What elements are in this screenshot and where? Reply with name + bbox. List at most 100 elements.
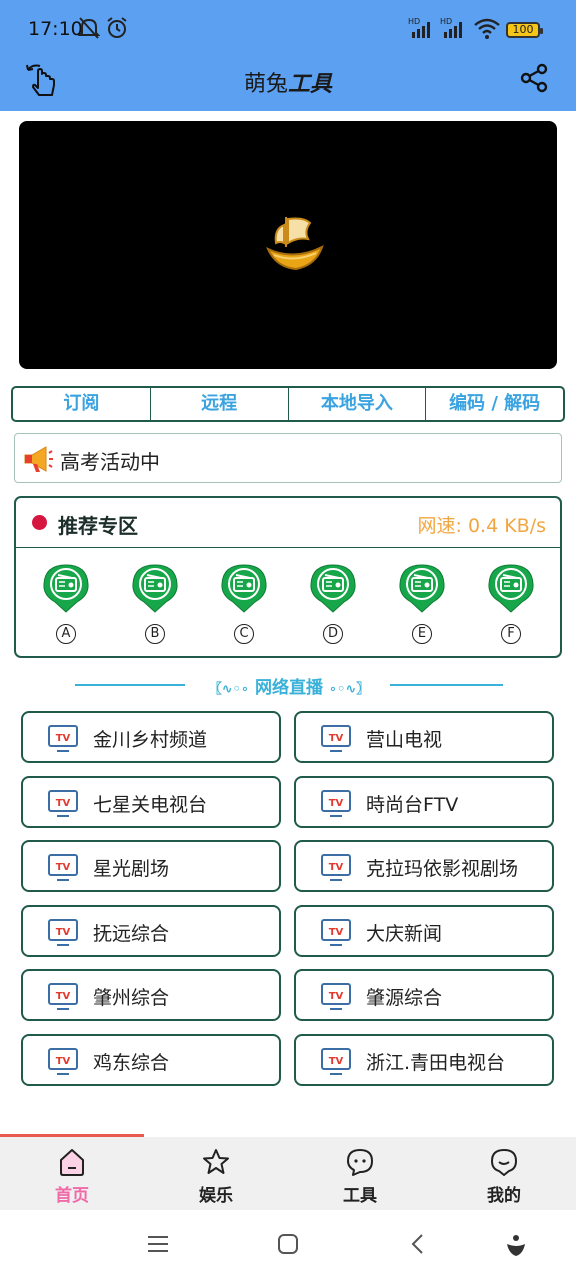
live-section-title: 网络直播 <box>255 678 323 698</box>
radio-pin-icon <box>488 564 534 613</box>
chat-bubble-icon <box>345 1147 375 1181</box>
channel-name: 肇州综合 <box>93 987 170 1009</box>
tv-icon: TV <box>320 918 352 952</box>
tv-icon: TV <box>320 789 352 823</box>
section-title: 〖∿◦∘ 网络直播 ∘◦∿〗 <box>75 673 503 698</box>
tv-icon: TV <box>320 982 352 1016</box>
tv-icon: TV <box>320 1047 352 1081</box>
channel-name: 星光剧场 <box>93 858 170 880</box>
tv-icon: TV <box>47 918 79 952</box>
notice-banner[interactable]: 高考活动中 <box>14 433 562 483</box>
nav-home[interactable]: 首页 <box>0 1137 144 1210</box>
svg-text:HD: HD <box>440 17 452 26</box>
system-nav-bar <box>0 1210 576 1280</box>
app-title-bold: 工具 <box>288 72 333 97</box>
radio-letter: C <box>234 624 254 644</box>
menu-icon[interactable] <box>146 1232 170 1260</box>
radio-pin-icon <box>221 564 267 613</box>
channel-button[interactable]: TV 七星关电视台 <box>21 776 281 828</box>
home-icon <box>57 1147 87 1181</box>
radio-pin-icon <box>132 564 178 613</box>
ornament-icon: ∘◦∿〗 <box>328 682 370 697</box>
radio-pin-icon <box>310 564 356 613</box>
svg-text:TV: TV <box>56 862 71 873</box>
svg-text:TV: TV <box>56 991 71 1002</box>
channel-button[interactable]: TV 大庆新闻 <box>294 905 554 957</box>
ornament-icon: 〖∿◦∘ <box>208 682 250 697</box>
svg-text:TV: TV <box>329 733 344 744</box>
back-icon[interactable] <box>406 1232 430 1260</box>
battery-icon: 100 <box>506 22 543 38</box>
tv-icon: TV <box>47 789 79 823</box>
svg-text:HD: HD <box>408 17 420 26</box>
megaphone-icon <box>22 443 54 479</box>
channel-name: 营山电视 <box>366 729 443 751</box>
channel-button[interactable]: TV 時尚台FTV <box>294 776 554 828</box>
red-dot-icon <box>32 515 47 530</box>
tab-encode-decode[interactable]: 编码 / 解码 <box>426 388 563 420</box>
radio-item-e[interactable]: E <box>397 562 447 644</box>
channel-button[interactable]: TV 浙江.青田电视台 <box>294 1034 554 1086</box>
radio-letter: A <box>56 624 76 644</box>
golden-ship-icon <box>264 209 326 279</box>
app-title-plain: 萌兔 <box>243 72 288 97</box>
radio-item-a[interactable]: A <box>41 562 91 644</box>
bottom-nav: 首页 娱乐 工具 我的 <box>0 1134 576 1210</box>
svg-text:TV: TV <box>56 798 71 809</box>
status-bar: 17:10 HD HD 100 <box>0 0 576 58</box>
app-title: 萌兔工具 <box>0 66 576 98</box>
channel-name: 浙江.青田电视台 <box>366 1052 506 1074</box>
channel-button[interactable]: TV 鸡东综合 <box>21 1034 281 1086</box>
channel-button[interactable]: TV 营山电视 <box>294 711 554 763</box>
alarm-icon <box>106 16 128 44</box>
tv-icon: TV <box>320 724 352 758</box>
channel-name: 金川乡村频道 <box>93 729 208 751</box>
svg-text:TV: TV <box>56 927 71 938</box>
tab-local-import[interactable]: 本地导入 <box>289 388 427 420</box>
star-icon <box>201 1147 231 1181</box>
tv-icon: TV <box>47 1047 79 1081</box>
radio-letter: D <box>323 624 343 644</box>
tab-remote[interactable]: 远程 <box>151 388 289 420</box>
svg-text:TV: TV <box>56 1056 71 1067</box>
channel-button[interactable]: TV 肇州综合 <box>21 969 281 1021</box>
nav-mine[interactable]: 我的 <box>432 1137 576 1210</box>
channel-button[interactable]: TV 星光剧场 <box>21 840 281 892</box>
channel-button[interactable]: TV 肇源综合 <box>294 969 554 1021</box>
function-tabs: 订阅 远程 本地导入 编码 / 解码 <box>11 386 565 422</box>
svg-text:TV: TV <box>329 927 344 938</box>
channel-name: 鸡东综合 <box>93 1052 170 1074</box>
assistant-icon[interactable] <box>503 1232 529 1262</box>
radio-item-c[interactable]: C <box>219 562 269 644</box>
nav-tools[interactable]: 工具 <box>288 1137 432 1210</box>
radio-letter: E <box>412 624 432 644</box>
channel-name: 克拉玛依影视剧场 <box>366 858 519 880</box>
signal-hd-icon: HD <box>440 16 468 44</box>
radio-item-b[interactable]: B <box>130 562 180 644</box>
radio-item-d[interactable]: D <box>308 562 358 644</box>
home-square-icon[interactable] <box>276 1232 300 1260</box>
radio-letter: B <box>145 624 165 644</box>
channel-name: 肇源综合 <box>366 987 443 1009</box>
tv-icon: TV <box>47 853 79 887</box>
video-player[interactable] <box>19 121 557 369</box>
app-bar: 萌兔工具 <box>0 58 576 111</box>
channel-button[interactable]: TV 金川乡村频道 <box>21 711 281 763</box>
status-time: 17:10 <box>28 18 83 40</box>
share-icon[interactable] <box>518 62 550 98</box>
tab-subscribe[interactable]: 订阅 <box>13 388 151 420</box>
svg-text:TV: TV <box>329 798 344 809</box>
notice-text: 高考活动中 <box>60 450 160 474</box>
svg-text:TV: TV <box>329 862 344 873</box>
radio-pin-icon <box>399 564 445 613</box>
radio-item-f[interactable]: F <box>486 562 536 644</box>
nav-entertainment[interactable]: 娱乐 <box>144 1137 288 1210</box>
channel-button[interactable]: TV 抚远综合 <box>21 905 281 957</box>
nav-label: 工具 <box>343 1186 377 1206</box>
svg-text:TV: TV <box>56 733 71 744</box>
channel-button[interactable]: TV 克拉玛依影视剧场 <box>294 840 554 892</box>
nav-label: 娱乐 <box>199 1186 233 1206</box>
signal-hd-icon: HD <box>408 16 436 44</box>
network-speed: 网速: 0.4 KB/s <box>417 515 547 537</box>
mute-icon <box>77 16 101 44</box>
